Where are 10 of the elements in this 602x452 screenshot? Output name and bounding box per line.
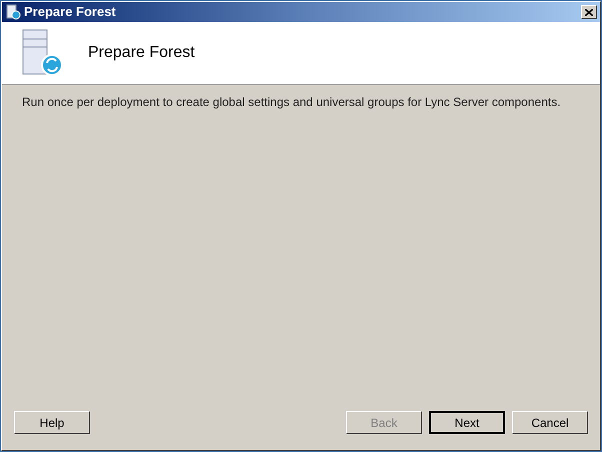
dialog-button[interactable]: Cancel: [512, 411, 588, 434]
dialog-button[interactable]: Help: [14, 411, 90, 434]
description-text: Run once per deployment to create global settings and universal groups for Lync Server components.: [22, 95, 562, 110]
close-icon: [585, 8, 593, 16]
server-icon: [22, 29, 64, 77]
header-title: Prepare Forest: [88, 43, 195, 63]
dialog-button[interactable]: Next: [429, 411, 505, 434]
app-icon: [5, 4, 21, 20]
close-button[interactable]: [581, 5, 597, 19]
window-title: Prepare Forest: [24, 3, 117, 22]
